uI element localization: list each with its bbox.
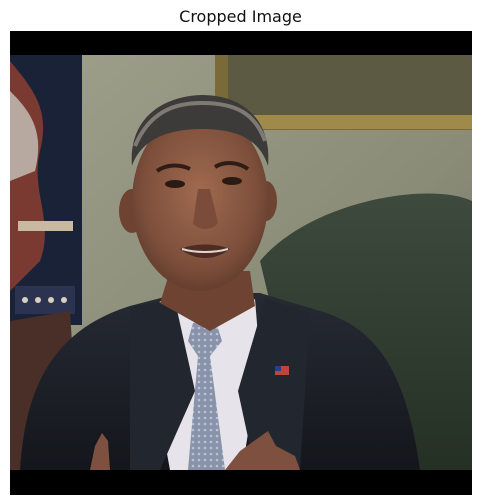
flag-left	[10, 55, 82, 325]
letterbox-top	[10, 31, 472, 55]
letterbox-bottom	[10, 470, 472, 495]
cropped-image	[10, 31, 472, 495]
image-title: Cropped Image	[179, 7, 302, 26]
